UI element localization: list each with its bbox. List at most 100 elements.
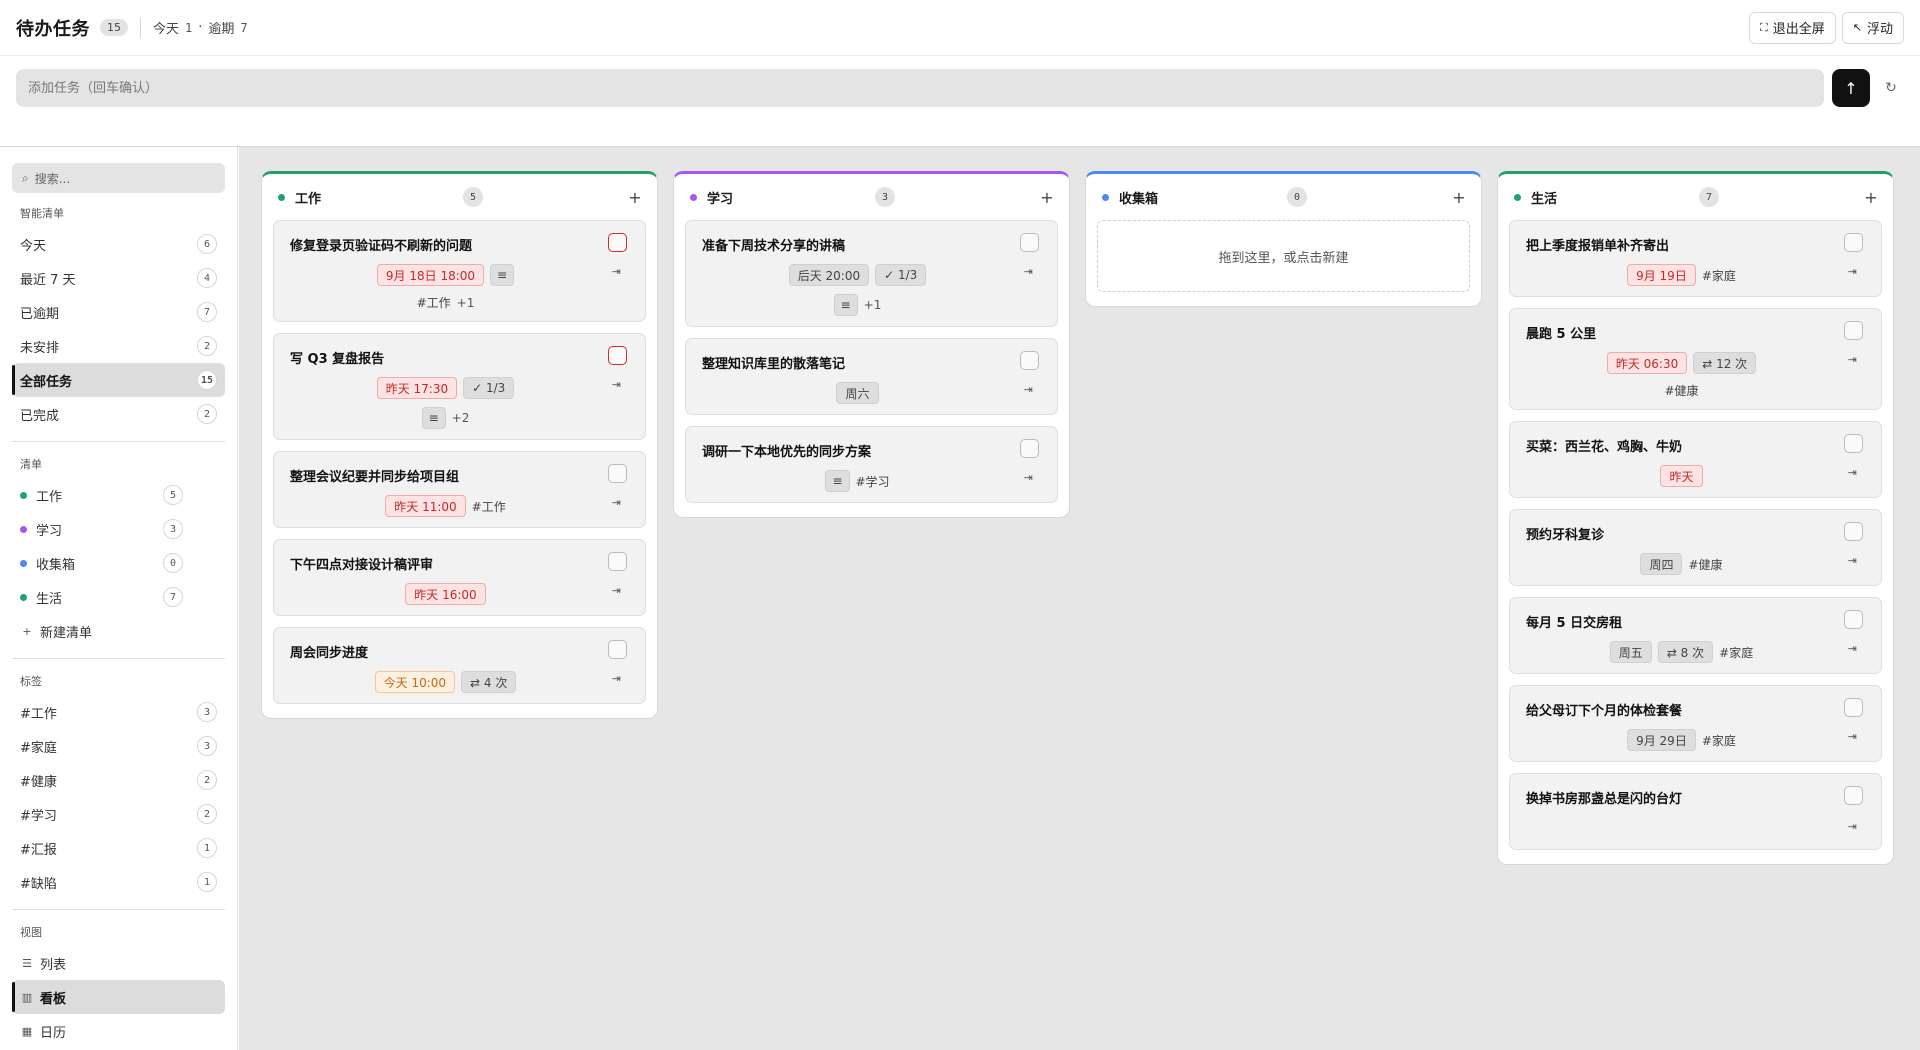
task-checkbox[interactable]	[608, 552, 627, 571]
sidebar-item-tag[interactable]: #健康 2	[12, 763, 225, 797]
task-checkbox[interactable]	[1844, 321, 1863, 340]
move-to-icon[interactable]: ⇥	[1848, 642, 1857, 655]
move-to-icon[interactable]: ⇥	[1848, 265, 1857, 278]
sidebar-item-count: 1	[197, 872, 217, 892]
task-title: 整理知识库里的散落笔记	[702, 357, 846, 372]
task-checkbox[interactable]	[608, 233, 627, 252]
move-to-icon[interactable]: ⇥	[1848, 466, 1857, 479]
task-checkbox[interactable]	[1020, 233, 1039, 252]
float-window-button[interactable]: ↖ 浮动	[1841, 11, 1904, 44]
sidebar-item-smart[interactable]: 最近 7 天 4	[12, 261, 225, 295]
move-to-icon[interactable]: ⇥	[1024, 471, 1033, 484]
task-checkbox[interactable]	[1844, 786, 1863, 805]
task-card[interactable]: 下午四点对接设计稿评审 昨天 16:00 ⇥	[273, 539, 646, 616]
task-checkbox[interactable]	[1020, 439, 1039, 458]
column-color-dot	[1514, 193, 1521, 201]
task-card[interactable]: 写 Q3 复盘报告 昨天 17:30 ✓ 1/3 ≡ +2 ⇥	[273, 333, 646, 440]
task-checkbox[interactable]	[1844, 698, 1863, 717]
card-list: 准备下周技术分享的讲稿 后天 20:00 ✓ 1/3 ≡ +1 ⇥ 整理知识库里的散落笔记周…	[674, 220, 1069, 503]
sidebar-item-view[interactable]: ▦ 日历	[12, 1014, 225, 1048]
arrow-up-icon: ↑	[1844, 78, 1858, 98]
due-date-chip: 周六	[836, 382, 879, 404]
move-to-icon[interactable]: ⇥	[612, 496, 621, 509]
sidebar-item-tag[interactable]: #学习 2	[12, 797, 225, 831]
sidebar-item-list[interactable]: 工作 5	[12, 478, 225, 512]
task-card[interactable]: 买菜：西兰花、鸡胸、牛奶 昨天 ⇥	[1509, 421, 1882, 498]
add-card-button[interactable]: +	[1449, 188, 1469, 207]
new-list-button[interactable]: + 新建清单	[12, 614, 225, 648]
move-to-icon[interactable]: ⇥	[1848, 730, 1857, 743]
add-card-button[interactable]: +	[625, 188, 645, 207]
move-to-icon[interactable]: ⇥	[1848, 820, 1857, 833]
task-card[interactable]: 修复登录页验证码不刷新的问题 9月 18日 18:00 ≡ #工作 +1 ⇥	[273, 220, 646, 322]
task-tag: #工作	[416, 296, 451, 310]
kanban-column: 工作 5 + 修复登录页验证码不刷新的问题 9月 18日 18:00 ≡ #工作 +1 ⇥ 写 Q…	[261, 171, 658, 719]
add-card-button[interactable]: +	[1861, 188, 1881, 207]
sidebar-item-smart[interactable]: 已逾期 7	[12, 295, 225, 329]
sidebar-item-smart[interactable]: 未安排 2	[12, 329, 225, 363]
column-header: 学习 3 +	[674, 174, 1069, 220]
sidebar-item-list[interactable]: 生活 7	[12, 580, 225, 614]
repeat-count-chip: ⇄ 12 次	[1693, 352, 1757, 374]
task-checkbox[interactable]	[1844, 233, 1863, 252]
sidebar-item-list[interactable]: 收集箱 0	[12, 546, 225, 580]
move-to-icon[interactable]: ⇥	[1848, 554, 1857, 567]
sidebar-item-tag[interactable]: #缺陷 1	[12, 865, 225, 899]
sidebar-item-smart[interactable]: 全部任务 15	[12, 363, 225, 397]
task-title: 晨跑 5 公里	[1526, 327, 1597, 342]
task-card[interactable]: 准备下周技术分享的讲稿 后天 20:00 ✓ 1/3 ≡ +1 ⇥	[685, 220, 1058, 327]
task-card[interactable]: 预约牙科复诊 周四 #健康 ⇥	[1509, 509, 1882, 586]
move-to-icon[interactable]: ⇥	[612, 378, 621, 391]
sidebar-item-view[interactable]: ▥ 看板	[12, 980, 225, 1014]
notes-icon: ≡	[490, 264, 515, 286]
task-card[interactable]: 把上季度报销单补齐寄出 9月 19日 #家庭 ⇥	[1509, 220, 1882, 297]
sidebar-item-view[interactable]: ☰ 列表	[12, 946, 225, 980]
add-card-button[interactable]: +	[1037, 188, 1057, 207]
sidebar-item-list[interactable]: 学习 3	[12, 512, 225, 546]
task-checkbox[interactable]	[608, 346, 627, 365]
task-meta-row: 昨天 11:00 #工作	[290, 495, 631, 517]
task-card[interactable]: 整理知识库里的散落笔记周六 ⇥	[685, 338, 1058, 415]
tags-heading: 标签	[20, 675, 42, 688]
sidebar-item-tag[interactable]: #家庭 3	[12, 729, 225, 763]
views-heading: 视图	[20, 926, 42, 939]
sidebar-item-count: 7	[163, 587, 183, 607]
move-to-icon[interactable]: ⇥	[612, 584, 621, 597]
exit-fullscreen-button[interactable]: ⛶ 退出全屏	[1749, 11, 1836, 44]
move-to-icon[interactable]: ⇥	[612, 672, 621, 685]
task-checkbox[interactable]	[1020, 351, 1039, 370]
move-to-icon[interactable]: ⇥	[1024, 265, 1033, 278]
refresh-button[interactable]: ↻	[1878, 75, 1904, 101]
task-card[interactable]: 整理会议纪要并同步给项目组昨天 11:00 #工作 ⇥	[273, 451, 646, 528]
empty-dropzone[interactable]: 拖到这里，或点击新建	[1097, 220, 1470, 292]
task-checkbox[interactable]	[1844, 610, 1863, 629]
task-title: 整理会议纪要并同步给项目组	[290, 470, 460, 485]
task-card[interactable]: 换掉书房那盏总是闪的台灯 ⇥	[1509, 773, 1882, 850]
due-date-chip: 周四	[1640, 553, 1683, 575]
sidebar-item-tag[interactable]: #工作 3	[12, 695, 225, 729]
move-to-icon[interactable]: ⇥	[1848, 353, 1857, 366]
move-to-icon[interactable]: ⇥	[1024, 383, 1033, 396]
add-task-input[interactable]	[16, 69, 1824, 107]
submit-task-button[interactable]: ↑	[1832, 69, 1870, 107]
task-checkbox[interactable]	[608, 464, 627, 483]
task-checkbox[interactable]	[1844, 522, 1863, 541]
task-card[interactable]: 给父母订下个月的体检套餐 9月 29日 #家庭 ⇥	[1509, 685, 1882, 762]
move-to-icon[interactable]: ⇥	[612, 265, 621, 278]
sidebar-item-smart[interactable]: 今天 6	[12, 227, 225, 261]
sidebar-item-tag[interactable]: #汇报 1	[12, 831, 225, 865]
task-checkbox[interactable]	[608, 640, 627, 659]
sidebar-item-smart[interactable]: 已完成 2	[12, 397, 225, 431]
overdue-label: 逾期	[208, 22, 235, 37]
card-list: 把上季度报销单补齐寄出 9月 19日 #家庭 ⇥ 晨跑 5 公里 昨天 06:30 ⇄ 12…	[1498, 220, 1893, 850]
task-checkbox[interactable]	[1844, 434, 1863, 453]
sidebar-item-label: 今天	[20, 238, 47, 254]
task-card[interactable]: 调研一下本地优先的同步方案 ≡ #学习 ⇥	[685, 426, 1058, 503]
add-task-row: ↑ ↻	[16, 68, 1904, 108]
task-card[interactable]: 每月 5 日交房租 周五 ⇄ 8 次 #家庭 ⇥	[1509, 597, 1882, 674]
task-card[interactable]: 周会同步进度 今天 10:00 ⇄ 4 次 ⇥	[273, 627, 646, 704]
subtask-progress-chip: ✓ 1/3	[463, 377, 515, 399]
lists-heading: 清单	[20, 458, 42, 471]
sidebar-search[interactable]: ⌕ 搜索...	[12, 163, 225, 193]
task-card[interactable]: 晨跑 5 公里 昨天 06:30 ⇄ 12 次 #健康 ⇥	[1509, 308, 1882, 410]
